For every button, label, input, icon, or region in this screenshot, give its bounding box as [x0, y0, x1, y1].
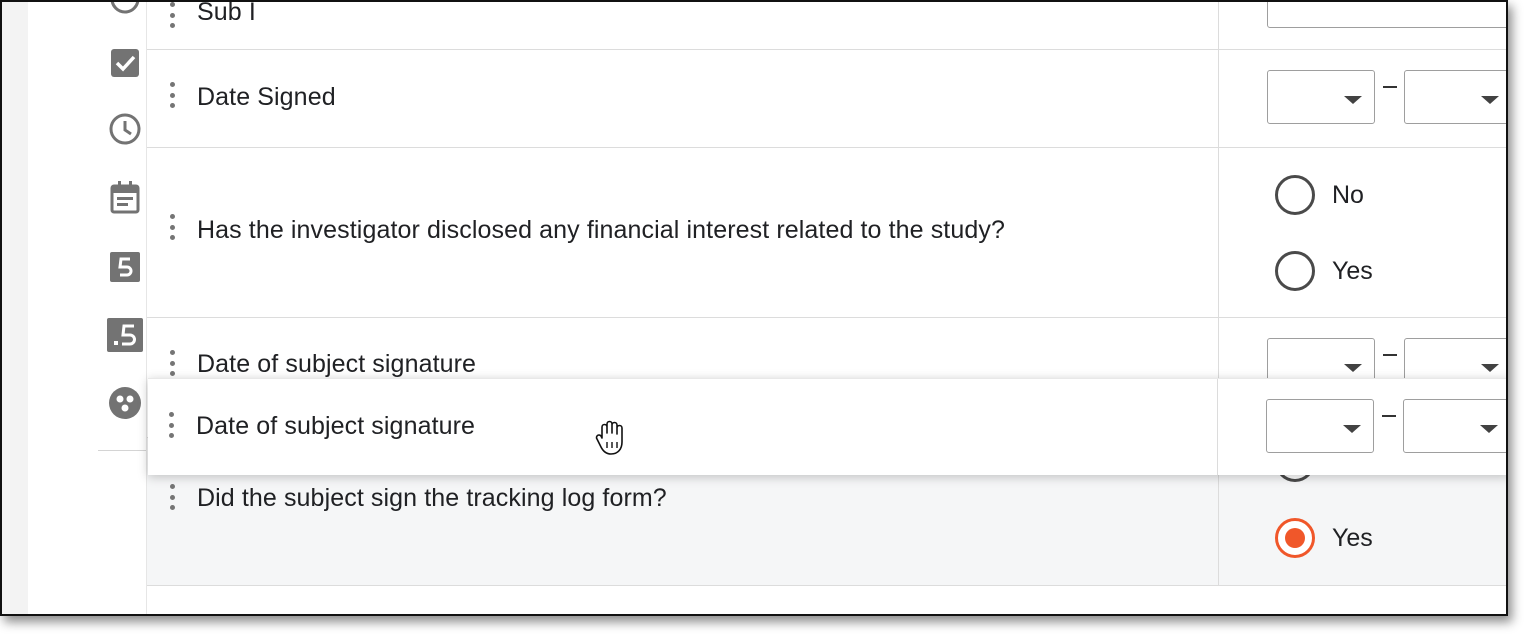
column-divider	[1218, 2, 1219, 49]
form-canvas: Sub I Date Signed Has the investigator d…	[146, 2, 1506, 614]
integer-icon[interactable]	[106, 248, 144, 286]
chevron-down-icon	[1481, 96, 1499, 104]
form-builder-window: Sub I Date Signed Has the investigator d…	[0, 0, 1508, 616]
left-margin	[2, 2, 28, 614]
field-type-palette	[28, 2, 154, 614]
dragged-field-card[interactable]: Date of subject signature	[148, 378, 1506, 475]
field-label: Date of subject signature	[196, 412, 476, 440]
field-label: Date of subject signature	[197, 350, 477, 378]
calendar-icon[interactable]	[106, 178, 144, 216]
checkbox-icon[interactable]	[106, 44, 144, 82]
decimal-icon[interactable]	[106, 316, 144, 354]
radio-icon[interactable]	[106, 2, 144, 18]
field-label: Has the investigator disclosed any finan…	[197, 216, 1005, 244]
day-select[interactable]	[1404, 70, 1506, 124]
month-select[interactable]	[1267, 70, 1375, 124]
radio-label: Yes	[1332, 257, 1373, 285]
drag-handle-icon[interactable]	[169, 350, 175, 376]
chevron-down-icon	[1344, 96, 1362, 104]
form-row[interactable]: Date Signed	[147, 50, 1506, 148]
field-label: Date Signed	[197, 83, 336, 111]
drag-handle-icon[interactable]	[169, 484, 175, 510]
radio-label: No	[1332, 181, 1364, 209]
date-separator	[1383, 354, 1397, 356]
drag-handle-icon[interactable]	[169, 214, 175, 240]
chevron-down-icon	[1481, 364, 1499, 372]
radio-button[interactable]	[1275, 175, 1315, 215]
field-label: Sub I	[197, 0, 256, 26]
chevron-down-icon	[1343, 425, 1361, 433]
form-row[interactable]: Sub I	[147, 0, 1506, 50]
chevron-down-icon	[1344, 364, 1362, 372]
day-select[interactable]	[1403, 399, 1506, 453]
drag-handle-icon[interactable]	[169, 2, 175, 28]
drag-handle-icon[interactable]	[168, 412, 174, 438]
radio-label: Yes	[1332, 524, 1373, 552]
radio-button[interactable]	[1275, 251, 1315, 291]
column-divider	[1218, 50, 1219, 147]
drag-handle-icon[interactable]	[169, 82, 175, 108]
chevron-down-icon	[1480, 425, 1498, 433]
grab-cursor-icon	[592, 418, 632, 458]
time-icon[interactable]	[106, 110, 144, 148]
column-divider	[1217, 379, 1218, 475]
date-separator	[1382, 415, 1396, 417]
group-icon[interactable]	[106, 384, 144, 422]
field-label: Did the subject sign the tracking log fo…	[197, 484, 667, 512]
month-select[interactable]	[1266, 399, 1374, 453]
radio-button-selected[interactable]	[1275, 518, 1315, 558]
date-separator	[1383, 86, 1397, 88]
text-input[interactable]	[1267, 2, 1506, 28]
form-row[interactable]: Has the investigator disclosed any finan…	[147, 148, 1506, 318]
column-divider	[1218, 148, 1219, 317]
